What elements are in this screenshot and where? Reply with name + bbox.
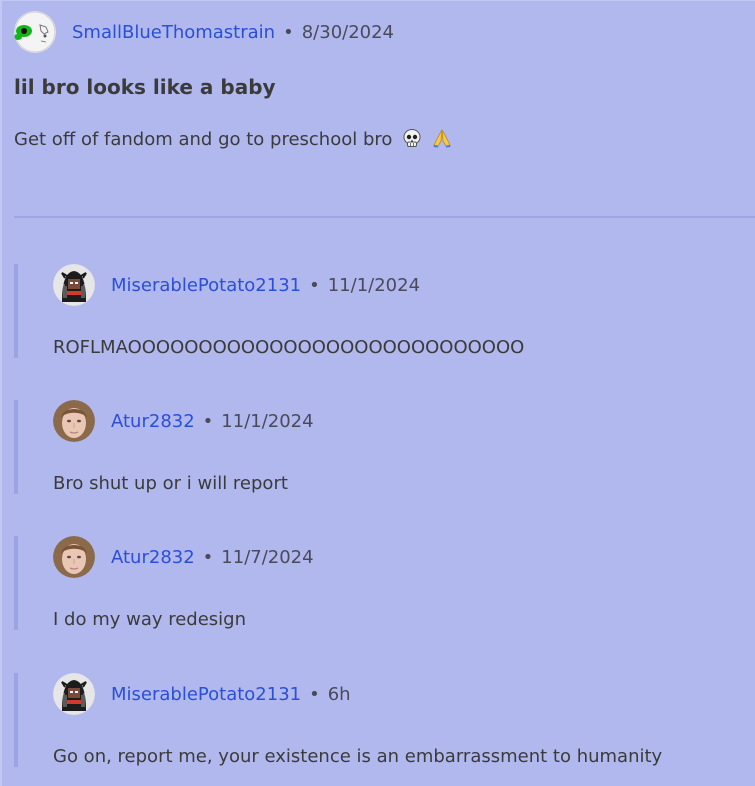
reply-comment: Atur2832 • 11/1/2024 Bro shut up or i wi… [14,400,754,494]
face-photo-avatar-icon [53,536,95,578]
author-link[interactable]: Atur2832 [111,547,195,568]
meta-separator: • [283,21,294,43]
reply-comment: MiserablePotato2131 • 11/1/2024 ROFLMAOO… [14,264,754,358]
avatar[interactable] [53,536,95,578]
face-photo-avatar-icon [53,400,95,442]
comment-date: 11/7/2024 [221,546,314,568]
comment-thread: SmallBlueThomastrain • 8/30/2024 lil bro… [0,0,755,786]
comment-date: 8/30/2024 [301,21,395,43]
skull-emoji-icon [403,129,421,147]
comment-date: 11/1/2024 [221,410,314,432]
avatar[interactable] [53,264,95,306]
comment-body: ROFLMAOOOOOOOOOOOOOOOOOOOOOOOOOOOO [53,337,525,358]
comment-date: 11/1/2024 [327,274,421,296]
meta-separator: • [309,274,320,296]
comment-meta: MiserablePotato2131 • 6h [53,673,754,715]
thread-divider [14,216,755,218]
avatar[interactable] [53,673,95,715]
comment-body: Go on, report me, your existence is an e… [53,746,663,767]
main-comment: SmallBlueThomastrain • 8/30/2024 [14,11,754,53]
comment-meta: Atur2832 • 11/1/2024 [53,400,754,442]
meta-separator: • [202,410,214,432]
comment-body: Bro shut up or i will report [53,473,288,494]
comment-meta: Atur2832 • 11/7/2024 [53,536,754,578]
comment-body-text: Get off of fandom and go to preschool br… [14,129,393,150]
folded-hands-emoji-icon [433,129,451,148]
comment-body: I do my way redesign [53,609,247,630]
reply-comment: MiserablePotato2131 • 6h Go on, report m… [14,673,754,767]
avatar[interactable] [14,11,56,53]
comment-date: 6h [327,683,351,705]
author-link[interactable]: MiserablePotato2131 [111,684,301,705]
comment-title: lil bro looks like a baby [14,75,276,99]
comment-body: Get off of fandom and go to preschool br… [14,128,452,150]
comment-meta: SmallBlueThomastrain • 8/30/2024 [14,11,754,53]
masked-figure-avatar-icon [53,673,95,715]
author-link[interactable]: Atur2832 [111,411,195,432]
comment-meta: MiserablePotato2131 • 11/1/2024 [53,264,754,306]
reply-comment: Atur2832 • 11/7/2024 I do my way redesig… [14,536,754,630]
avatar[interactable] [53,400,95,442]
masked-figure-avatar-icon [53,264,95,306]
meta-separator: • [202,546,214,568]
author-link[interactable]: MiserablePotato2131 [111,275,301,296]
frog-avatar-icon [14,11,56,53]
author-link[interactable]: SmallBlueThomastrain [72,22,275,43]
meta-separator: • [309,683,320,705]
